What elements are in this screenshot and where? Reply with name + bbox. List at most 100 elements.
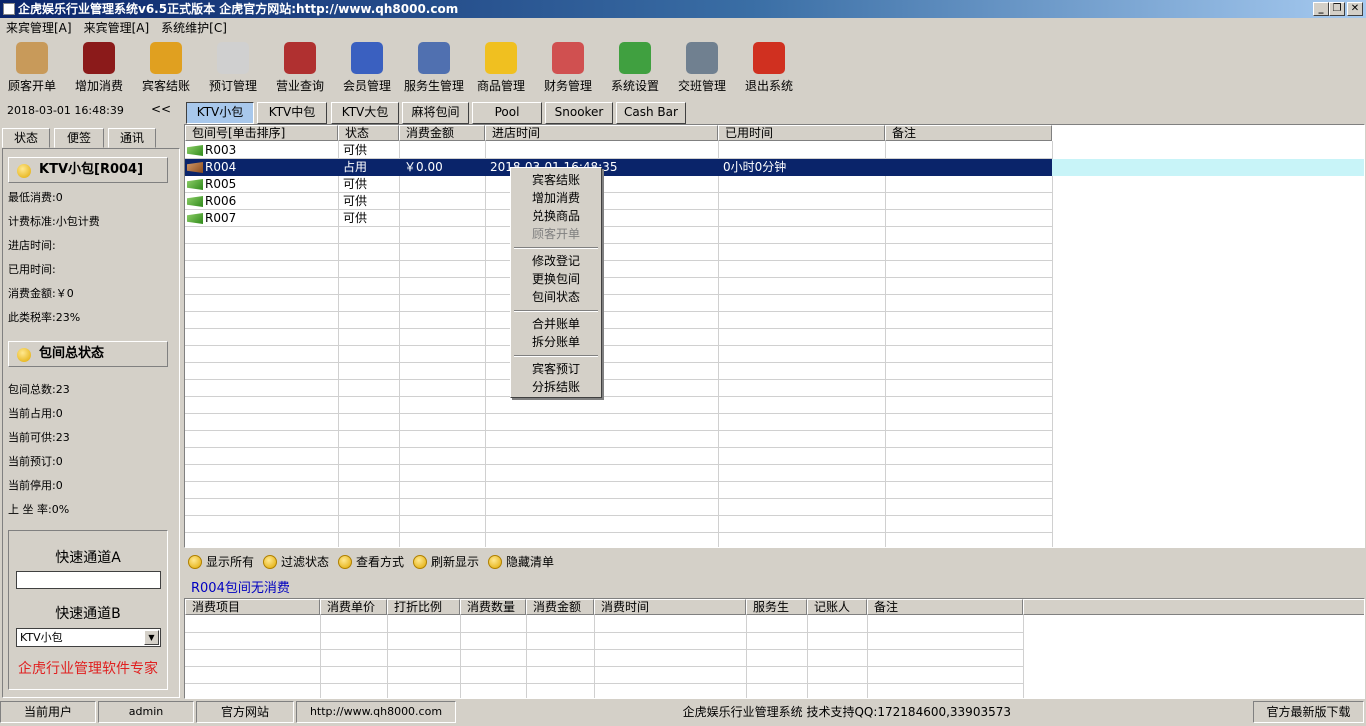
quick-b-select[interactable]: KTV小包 ▼: [16, 628, 161, 647]
grid-line: [867, 615, 868, 698]
room-info-line: 计费标准:小包计费: [8, 215, 100, 228]
column-header[interactable]: 备注: [885, 125, 1052, 141]
calculator-icon: [552, 42, 584, 74]
app-window: 企虎娱乐行业管理系统v6.5正式版本 企虎官方网站:http://www.qh8…: [0, 0, 1366, 726]
tab-room-6[interactable]: Cash Bar: [616, 102, 686, 124]
room-info-line: 此类税率:23%: [8, 311, 81, 324]
circle-arrow-icon: [413, 555, 427, 569]
total-status-line: 当前占用:0: [8, 407, 63, 420]
cell-status: 占用: [343, 160, 368, 174]
context-menu-item[interactable]: 兑换商品: [511, 207, 601, 225]
table-row[interactable]: R004占用￥0.002018-03-01 16:48:350小时0分钟: [185, 159, 1364, 176]
menu-system[interactable]: 系统维护[C]: [155, 19, 233, 37]
table-row[interactable]: R005 可供: [185, 176, 1364, 193]
bottom-button-0[interactable]: 显示所有: [188, 553, 254, 571]
menu-separator: [514, 355, 598, 357]
tab-room-0[interactable]: KTV小包: [186, 102, 254, 124]
room-info-line: 已用时间:: [8, 263, 56, 276]
column-header[interactable]: 记账人: [807, 599, 867, 615]
toolbar-button-5[interactable]: 会员管理: [335, 38, 399, 94]
column-header[interactable]: 状态: [338, 125, 399, 141]
column-header[interactable]: 服务生: [746, 599, 807, 615]
column-header[interactable]: 消费金额: [526, 599, 594, 615]
quick-a-input[interactable]: [16, 571, 161, 589]
column-header[interactable]: 包间号[单击排序]: [185, 125, 338, 141]
context-menu-item[interactable]: 宾客预订: [511, 360, 601, 378]
column-header[interactable]: 已用时间: [718, 125, 885, 141]
cell-note: [885, 210, 1052, 227]
cell-amount: [399, 193, 485, 210]
star-icon: [485, 42, 517, 74]
toolbar-button-10[interactable]: 交班管理: [670, 38, 734, 94]
toolbar-button-3[interactable]: 预订管理: [201, 38, 265, 94]
cell-note: [885, 142, 1052, 159]
context-menu-item[interactable]: 合并账单: [511, 315, 601, 333]
toolbar-button-11[interactable]: 退出系统: [737, 38, 801, 94]
column-header[interactable]: 消费时间: [594, 599, 746, 615]
table-row[interactable]: R006 可供: [185, 193, 1364, 210]
table-row[interactable]: R003 可供: [185, 142, 1364, 159]
column-header[interactable]: 备注: [867, 599, 1023, 615]
tab-notes[interactable]: 便签: [54, 128, 104, 148]
bottom-button-2[interactable]: 查看方式: [338, 553, 404, 571]
room-info-line: 消费金额:￥0: [8, 287, 74, 300]
context-menu-item[interactable]: 更换包间: [511, 270, 601, 288]
download-button[interactable]: 官方最新版下载: [1253, 701, 1364, 723]
close-button[interactable]: ✕: [1347, 2, 1363, 16]
toolbar-button-9[interactable]: 系统设置: [603, 38, 667, 94]
toolbar-button-8[interactable]: 财务管理: [536, 38, 600, 94]
menu-bar: 来宾管理[A] 来宾管理[A] 系统维护[C]: [0, 19, 1366, 37]
toolbar-label: 服务生管理: [403, 79, 464, 93]
column-header[interactable]: 消费金额: [399, 125, 485, 141]
context-menu-item[interactable]: 宾客结账: [511, 171, 601, 189]
bottom-button-1[interactable]: 过滤状态: [263, 553, 329, 571]
status-site-link[interactable]: http://www.qh8000.com: [296, 701, 456, 723]
context-menu-item[interactable]: 修改登记: [511, 252, 601, 270]
toolbar-button-2[interactable]: 宾客结账: [134, 38, 198, 94]
column-header[interactable]: 消费数量: [460, 599, 526, 615]
window-title: 企虎娱乐行业管理系统v6.5正式版本 企虎官方网站:http://www.qh8…: [18, 2, 459, 16]
toolbar-button-0[interactable]: 顾客开单: [0, 38, 64, 94]
menu-separator: [514, 310, 598, 312]
cell-id: R005: [205, 177, 237, 191]
context-menu-item: 顾客开单: [531, 227, 580, 241]
column-header[interactable]: 消费项目: [185, 599, 320, 615]
tab-room-5[interactable]: Snooker: [545, 102, 613, 124]
menu-guest-b[interactable]: 来宾管理[A]: [78, 19, 156, 37]
chevron-down-icon[interactable]: ▼: [144, 630, 159, 645]
key-icon: [16, 42, 48, 74]
cell-used: [718, 193, 885, 210]
table-row[interactable]: R007 可供: [185, 210, 1364, 227]
menu-guest-a[interactable]: 来宾管理[A]: [0, 19, 78, 37]
toolbar-button-1[interactable]: 增加消费: [67, 38, 131, 94]
total-status-line: 当前停用:0: [8, 479, 63, 492]
tab-status[interactable]: 状态: [2, 128, 50, 148]
grid-line: [185, 666, 1023, 667]
tab-room-1[interactable]: KTV中包: [257, 102, 327, 124]
bottom-button-4[interactable]: 隐藏清单: [488, 553, 554, 571]
toolbar-button-6[interactable]: 服务生管理: [402, 38, 466, 94]
toolbar-button-7[interactable]: 商品管理: [469, 38, 533, 94]
context-menu-item[interactable]: 增加消费: [511, 189, 601, 207]
tab-room-4[interactable]: Pool: [472, 102, 542, 124]
total-status-title: 包间总状态: [39, 346, 105, 361]
context-menu-item[interactable]: 分拆结账: [511, 378, 601, 396]
toolbar-button-4[interactable]: 营业查询: [268, 38, 332, 94]
grid-line: [185, 632, 1023, 633]
grid-line: [185, 413, 1052, 414]
maximize-button[interactable]: ❐: [1329, 2, 1345, 16]
grid-line: [185, 683, 1023, 684]
context-menu-item[interactable]: 包间状态: [511, 288, 601, 306]
toolbar-label: 退出系统: [744, 79, 793, 93]
consume-note: R004包间无消费: [191, 581, 290, 596]
column-header[interactable]: 进店时间: [485, 125, 718, 141]
column-header[interactable]: 打折比例: [387, 599, 460, 615]
minimize-button[interactable]: _: [1313, 2, 1329, 16]
collapse-icon[interactable]: <<: [151, 102, 171, 116]
column-header[interactable]: 消费单价: [320, 599, 387, 615]
bottom-button-3[interactable]: 刷新显示: [413, 553, 479, 571]
tab-room-2[interactable]: KTV大包: [331, 102, 399, 124]
tab-contacts[interactable]: 通讯: [108, 128, 156, 148]
tab-room-3[interactable]: 麻将包间: [402, 102, 469, 124]
context-menu-item[interactable]: 拆分账单: [511, 333, 601, 351]
